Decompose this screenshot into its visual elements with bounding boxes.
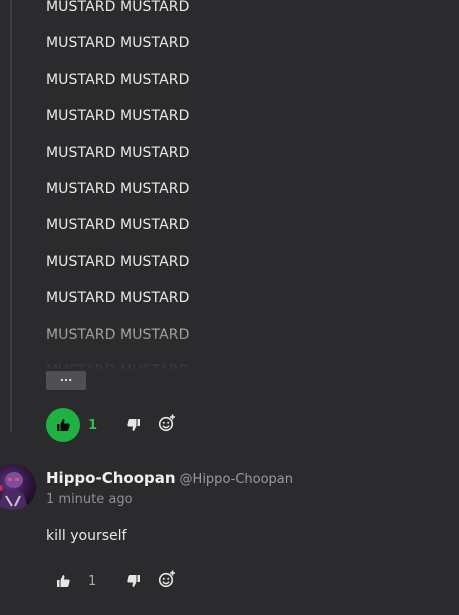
reply-actions: 1 <box>46 564 184 598</box>
comment-line: MUSTARD MUSTARD <box>46 326 190 343</box>
comment-line: MUSTARD MUSTARD <box>46 253 190 270</box>
comment-line: MUSTARD MUSTARD <box>46 180 190 197</box>
add-reaction-button[interactable] <box>150 408 184 442</box>
comment-line: MUSTARD MUSTARD <box>46 108 190 125</box>
like-button[interactable] <box>46 564 80 598</box>
thumbs-up-icon <box>56 572 70 591</box>
comment-line: MUSTARD MUSTARD <box>46 217 190 234</box>
add-reaction-button[interactable] <box>150 564 184 598</box>
comment-actions: 1 <box>46 408 184 442</box>
reply-author[interactable]: Hippo-Choopan @Hippo-Choopan <box>46 469 293 487</box>
reply-text: kill yourself <box>46 528 127 544</box>
username[interactable]: Hippo-Choopan <box>46 469 176 487</box>
thumbs-down-icon <box>126 416 140 435</box>
comment-text: MUSTARD MUSTARD MUSTARD MUSTARD MUSTARD MU… <box>46 0 426 371</box>
thumbs-down-icon <box>126 572 140 591</box>
add-reaction-icon <box>158 570 176 592</box>
expand-comment-button[interactable]: ... <box>46 371 86 390</box>
thread-line <box>10 0 12 432</box>
thumbs-up-icon <box>56 416 70 435</box>
avatar[interactable] <box>0 464 36 510</box>
user-handle[interactable]: @Hippo-Choopan <box>180 472 293 487</box>
like-count: 1 <box>88 573 97 589</box>
comment-line: MUSTARD MUSTARD <box>46 71 190 88</box>
comment-line: MUSTARD MUSTARD <box>46 362 190 371</box>
like-button[interactable] <box>46 408 80 442</box>
add-reaction-icon <box>158 414 176 436</box>
comment-line: MUSTARD MUSTARD <box>46 0 190 15</box>
comment-line: MUSTARD MUSTARD <box>46 35 190 52</box>
dislike-button[interactable] <box>116 408 150 442</box>
reply-timestamp[interactable]: 1 minute ago <box>46 492 133 507</box>
dislike-button[interactable] <box>116 564 150 598</box>
like-count: 1 <box>88 417 98 433</box>
comment-line: MUSTARD MUSTARD <box>46 144 190 161</box>
comment-line: MUSTARD MUSTARD <box>46 290 190 307</box>
